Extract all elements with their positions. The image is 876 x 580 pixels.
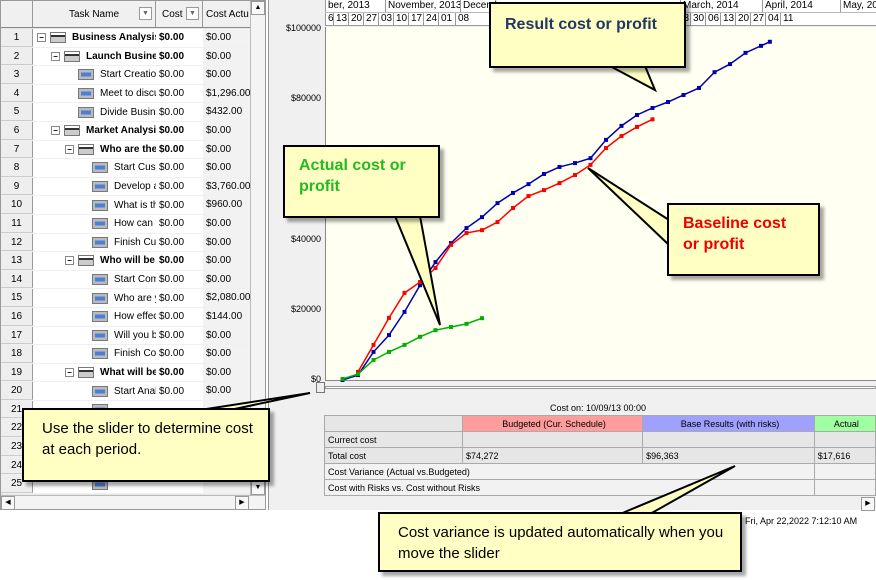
result-cost-callout: Result cost or profit (489, 2, 686, 68)
callout-tails (199, 65, 736, 515)
cost-variance-callout: Cost variance is updated automatically w… (378, 512, 742, 572)
slider-callout: Use the slider to determine cost at each… (22, 408, 270, 482)
actual-cost-callout: Actual cost or profit (283, 145, 440, 218)
baseline-cost-callout: Baseline cost or profit (667, 203, 820, 276)
